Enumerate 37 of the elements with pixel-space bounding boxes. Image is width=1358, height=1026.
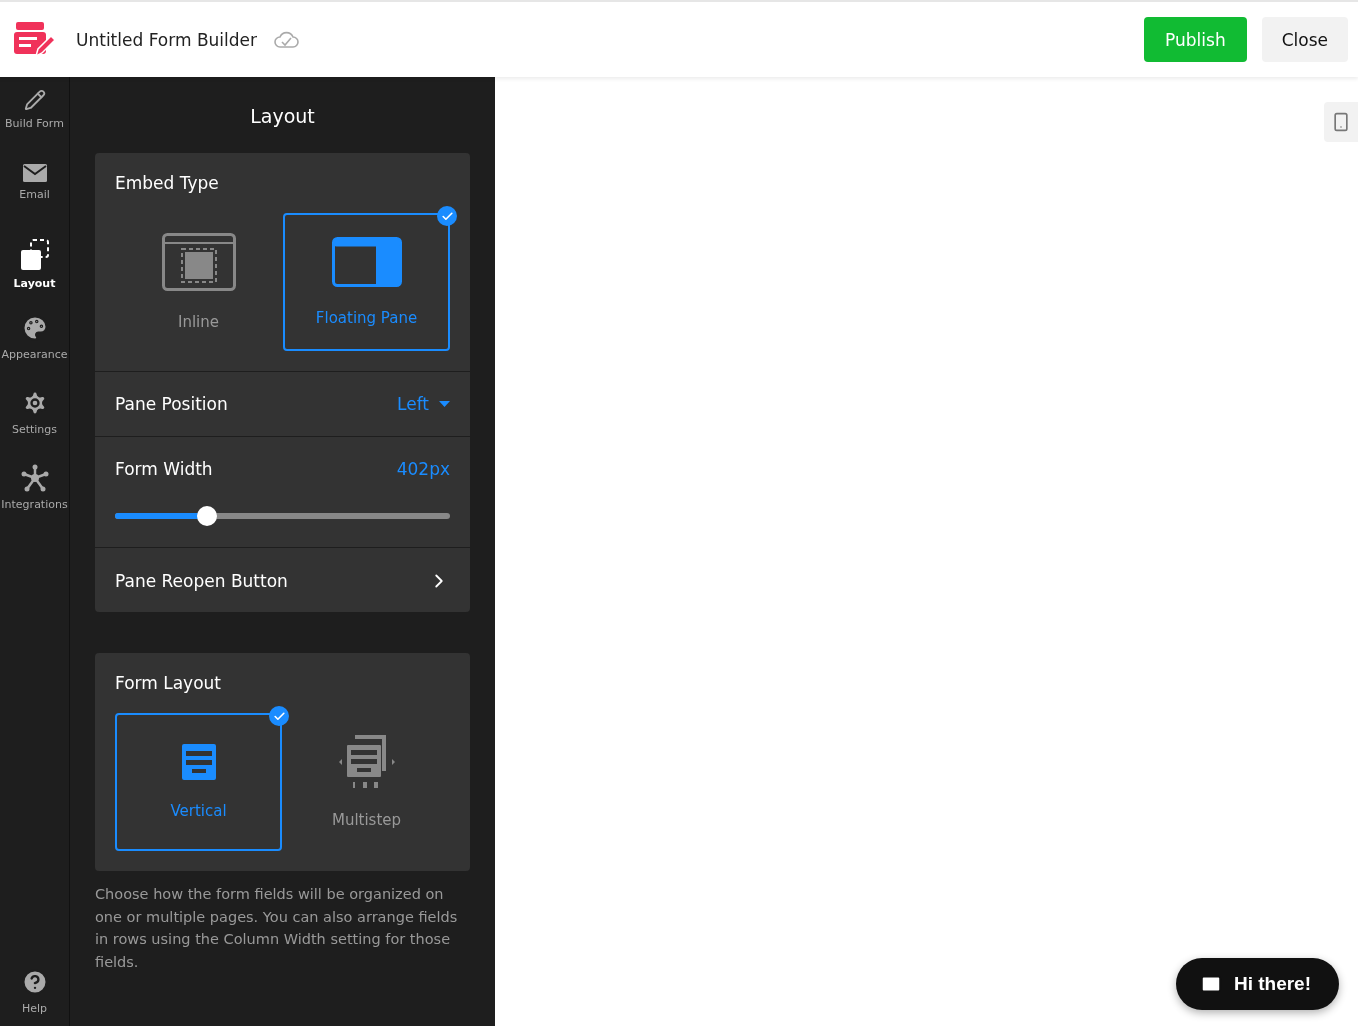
width-slider[interactable]	[115, 506, 450, 526]
chat-button[interactable]: Hi there!	[1175, 958, 1339, 1010]
sidebar-item[interactable]: Appearance	[0, 314, 69, 389]
mobile-preview-button[interactable]	[1324, 102, 1358, 142]
window-side-pane-icon	[331, 237, 402, 287]
setting-label: Pane Position	[115, 394, 228, 414]
sidebar-item[interactable]: Email	[0, 164, 69, 239]
panel-title: Layout	[249, 104, 316, 129]
form-title: Untitled Form Builder	[76, 29, 257, 50]
layout-option[interactable]: Multistep	[283, 713, 450, 851]
checkmark-icon	[437, 206, 457, 226]
layout-option[interactable]: Floating Pane	[283, 213, 450, 351]
sidebar-item[interactable]: Build Form	[0, 89, 69, 164]
close-button[interactable]: Close	[1261, 17, 1348, 62]
section-heading: Embed Type	[115, 173, 220, 193]
reopen-button-row[interactable]: Pane Reopen Button	[115, 570, 450, 592]
checkmark-icon	[269, 706, 289, 726]
help-text: Choose how the form fields will be organized on one or multiple pages. You can also arrange fields in rows using the Column Width setting for those fields.	[95, 885, 459, 972]
sidebar-item[interactable]: Settings	[0, 389, 69, 464]
cloud-check-icon	[273, 30, 299, 49]
setting-label: Form Width	[115, 459, 213, 479]
layout-icon	[19, 239, 50, 271]
form-stack-icon	[181, 744, 216, 780]
sidebar-item[interactable]: Integrations	[0, 464, 69, 539]
network-icon	[20, 464, 49, 492]
section-heading: Form Layout	[115, 673, 223, 693]
caret-icon	[439, 401, 450, 407]
window-inline-icon	[161, 233, 236, 291]
pencil-icon	[23, 89, 46, 111]
smartphone-icon	[1331, 112, 1351, 132]
position-dropdown[interactable]: Left	[397, 394, 450, 414]
slider-thumb[interactable]	[197, 506, 218, 526]
sidebar-item[interactable]: Layout	[0, 239, 69, 314]
help-item[interactable]: Help	[0, 968, 69, 1026]
width-value: 402px	[396, 459, 450, 479]
layout-option[interactable]: Inline	[115, 213, 282, 351]
layout-option[interactable]: Vertical	[115, 713, 282, 851]
